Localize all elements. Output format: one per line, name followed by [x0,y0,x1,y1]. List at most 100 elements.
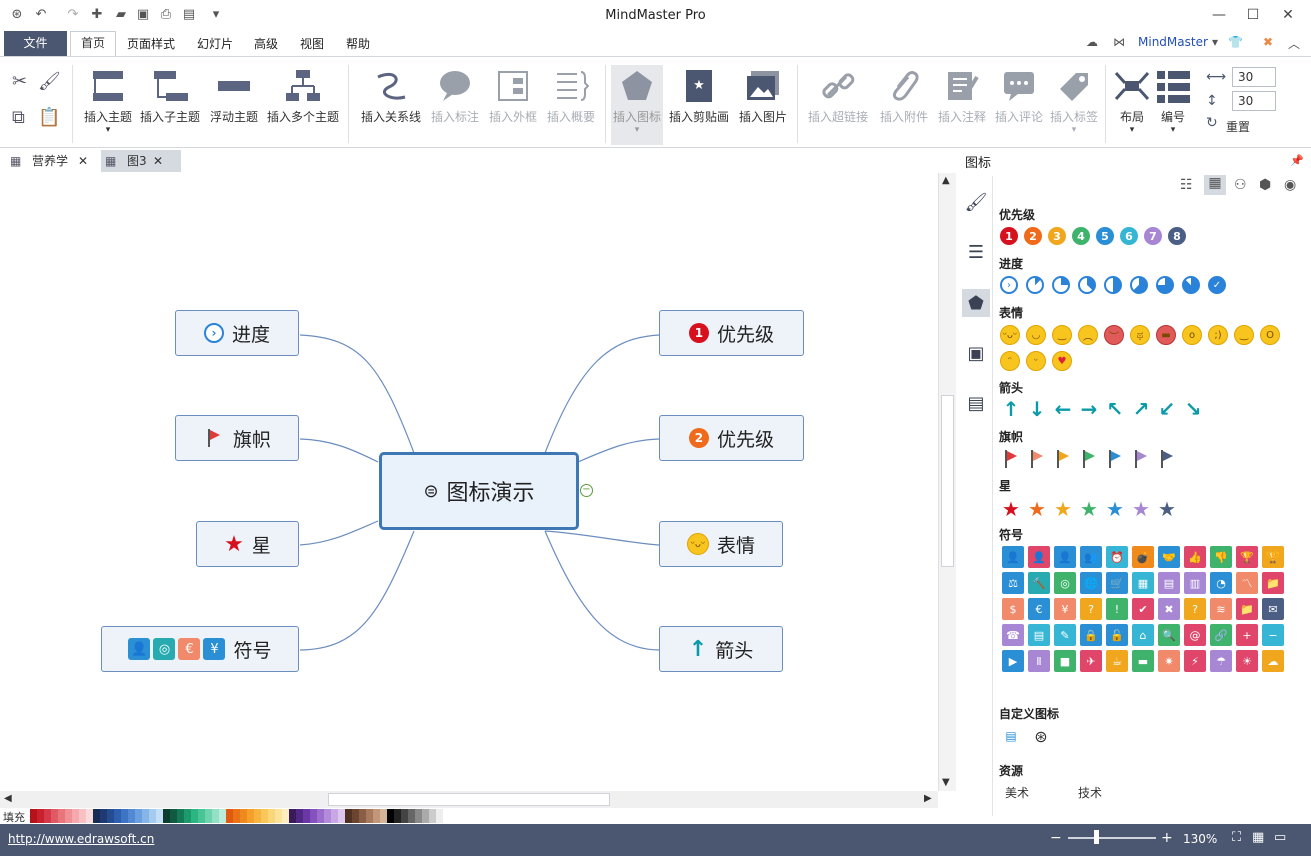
arrow-up-icon[interactable]: ↑ [1000,397,1022,421]
color-swatch[interactable] [401,809,408,823]
color-swatch[interactable] [163,809,170,823]
color-swatch[interactable] [142,809,149,823]
color-swatch[interactable] [219,809,226,823]
floating-topic-button[interactable]: 浮动主题 [206,65,262,145]
symbol-icon-42[interactable]: 🔗 [1210,624,1232,646]
symbol-icon-23[interactable]: $ [1002,598,1024,620]
symbol-icon-30[interactable]: ? [1184,598,1206,620]
topic-priority-2[interactable]: 2 优先级 [659,415,804,461]
color-swatch[interactable] [422,809,429,823]
color-swatch[interactable] [352,809,359,823]
topic-arrow[interactable]: ↑ 箭头 [659,626,783,672]
symbol-icon-6[interactable]: 💣 [1132,546,1154,568]
grin-emoji-icon[interactable]: ᵕᴗᵕ [1000,325,1020,345]
topic-symbol[interactable]: 👤 ◎ € ¥ 符号 [101,626,299,672]
color-swatch[interactable] [121,809,128,823]
eye-icon[interactable]: ◉ [1284,177,1296,193]
arrow-up-left-icon[interactable]: ↖ [1104,397,1126,421]
tab-page-style[interactable]: 页面样式 [127,35,175,52]
purple-star-icon[interactable]: ★ [1130,497,1152,521]
symbol-icon-21[interactable]: 〽 [1236,572,1258,594]
insert-summary-button[interactable]: 插入概要 [544,65,598,145]
calm-emoji-icon[interactable]: ‿ [1234,325,1254,345]
progress-50-icon[interactable] [1104,276,1122,294]
insert-subtopic-button[interactable]: 插入子主题 [138,65,202,145]
insert-icon-button[interactable]: 插入图标 ▾ [611,65,663,145]
color-swatch[interactable] [268,809,275,823]
progress-done-icon[interactable]: ✓ [1208,276,1226,294]
minimize-icon[interactable]: — [1202,4,1236,26]
symbol-icon-35[interactable]: ▤ [1028,624,1050,646]
color-swatch[interactable] [58,809,65,823]
shocked-emoji-icon[interactable]: O [1260,325,1280,345]
symbol-icon-13[interactable]: 🔨 [1028,572,1050,594]
tab-view[interactable]: 视图 [300,35,324,52]
color-swatch[interactable] [128,809,135,823]
presentation-icon[interactable]: ▭ [1274,830,1286,845]
color-swatch[interactable] [37,809,44,823]
sad-emoji-icon[interactable]: ︵ [1078,325,1098,345]
grid-view-icon[interactable]: ▦ [1204,175,1226,195]
color-swatch[interactable] [226,809,233,823]
laugh-emoji-icon[interactable]: ᵔ [1000,351,1020,371]
symbol-icon-47[interactable]: ■ [1054,650,1076,672]
symbol-icon-27[interactable]: ! [1106,598,1128,620]
symbol-icon-44[interactable]: − [1262,624,1284,646]
scroll-up-icon[interactable]: ▲ [942,175,950,186]
layout-button[interactable]: 布局 ▾ [1111,65,1153,145]
symbol-icon-19[interactable]: ▥ [1184,572,1206,594]
color-swatch[interactable] [303,809,310,823]
color-swatch[interactable] [51,809,58,823]
symbol-icon-5[interactable]: ⏰ [1106,546,1128,568]
zoom-slider-handle[interactable] [1094,830,1099,844]
zoom-slider-track[interactable] [1068,837,1156,839]
symbol-icon-40[interactable]: 🔍 [1158,624,1180,646]
symbol-icon-33[interactable]: ✉ [1262,598,1284,620]
website-link[interactable]: http://www.edrawsoft.cn [8,832,154,846]
color-swatch[interactable] [415,809,422,823]
pin-icon[interactable]: 📌 [1290,154,1304,167]
color-swatch[interactable] [338,809,345,823]
symbol-icon-16[interactable]: 🛒 [1106,572,1128,594]
color-swatch[interactable] [93,809,100,823]
color-swatch[interactable] [149,809,156,823]
horizontal-scrollbar[interactable]: ◀ ▶ [0,791,938,808]
priority-1-icon[interactable]: 1 [1000,227,1018,245]
color-swatch[interactable] [79,809,86,823]
insert-note-button[interactable]: 插入注释 [934,65,990,145]
color-swatch[interactable] [247,809,254,823]
crying-emoji-icon[interactable]: ಥ [1130,325,1150,345]
tab-document-figure3[interactable]: ▦ 图3 ✕ [101,150,181,172]
symbol-icon-8[interactable]: 👍 [1184,546,1206,568]
color-swatch[interactable] [289,809,296,823]
red-flag-icon[interactable] [1000,448,1022,470]
symbol-icon-39[interactable]: ⌂ [1132,624,1154,646]
fit-width-icon[interactable]: ▦ [1252,830,1264,845]
color-swatch[interactable] [331,809,338,823]
symbol-icon-7[interactable]: 🤝 [1158,546,1180,568]
vertical-scrollbar[interactable]: ▲ ▼ [938,173,956,791]
color-swatch[interactable] [233,809,240,823]
symbol-icon-1[interactable]: 👤 [1002,546,1024,568]
topic-flag[interactable]: 旗帜 [175,415,299,461]
color-swatch[interactable] [170,809,177,823]
symbol-icon-31[interactable]: ≋ [1210,598,1232,620]
color-swatch[interactable] [212,809,219,823]
symbol-icon-4[interactable]: 👥 [1080,546,1102,568]
symbol-icon-45[interactable]: ▶ [1002,650,1024,672]
close-tab-icon[interactable]: ✕ [153,150,163,172]
cut-icon[interactable]: ✂ [12,71,27,92]
collapse-toggle-icon[interactable]: − [580,484,593,497]
color-swatch[interactable] [275,809,282,823]
insert-relationship-button[interactable]: 插入关系线 [356,65,426,145]
symbol-icon-9[interactable]: 👎 [1210,546,1232,568]
progress-start-icon[interactable]: › [1000,276,1018,294]
color-swatch[interactable] [205,809,212,823]
color-swatch[interactable] [177,809,184,823]
green-flag-icon[interactable] [1078,448,1100,470]
heart-eyes-emoji-icon[interactable]: ♥ [1052,351,1072,371]
horizontal-scroll-thumb[interactable] [328,793,610,806]
format-brush-icon[interactable]: 🖌 [962,188,990,216]
priority-2-icon[interactable]: 2 [1024,227,1042,245]
arrow-right-icon[interactable]: → [1078,397,1100,421]
